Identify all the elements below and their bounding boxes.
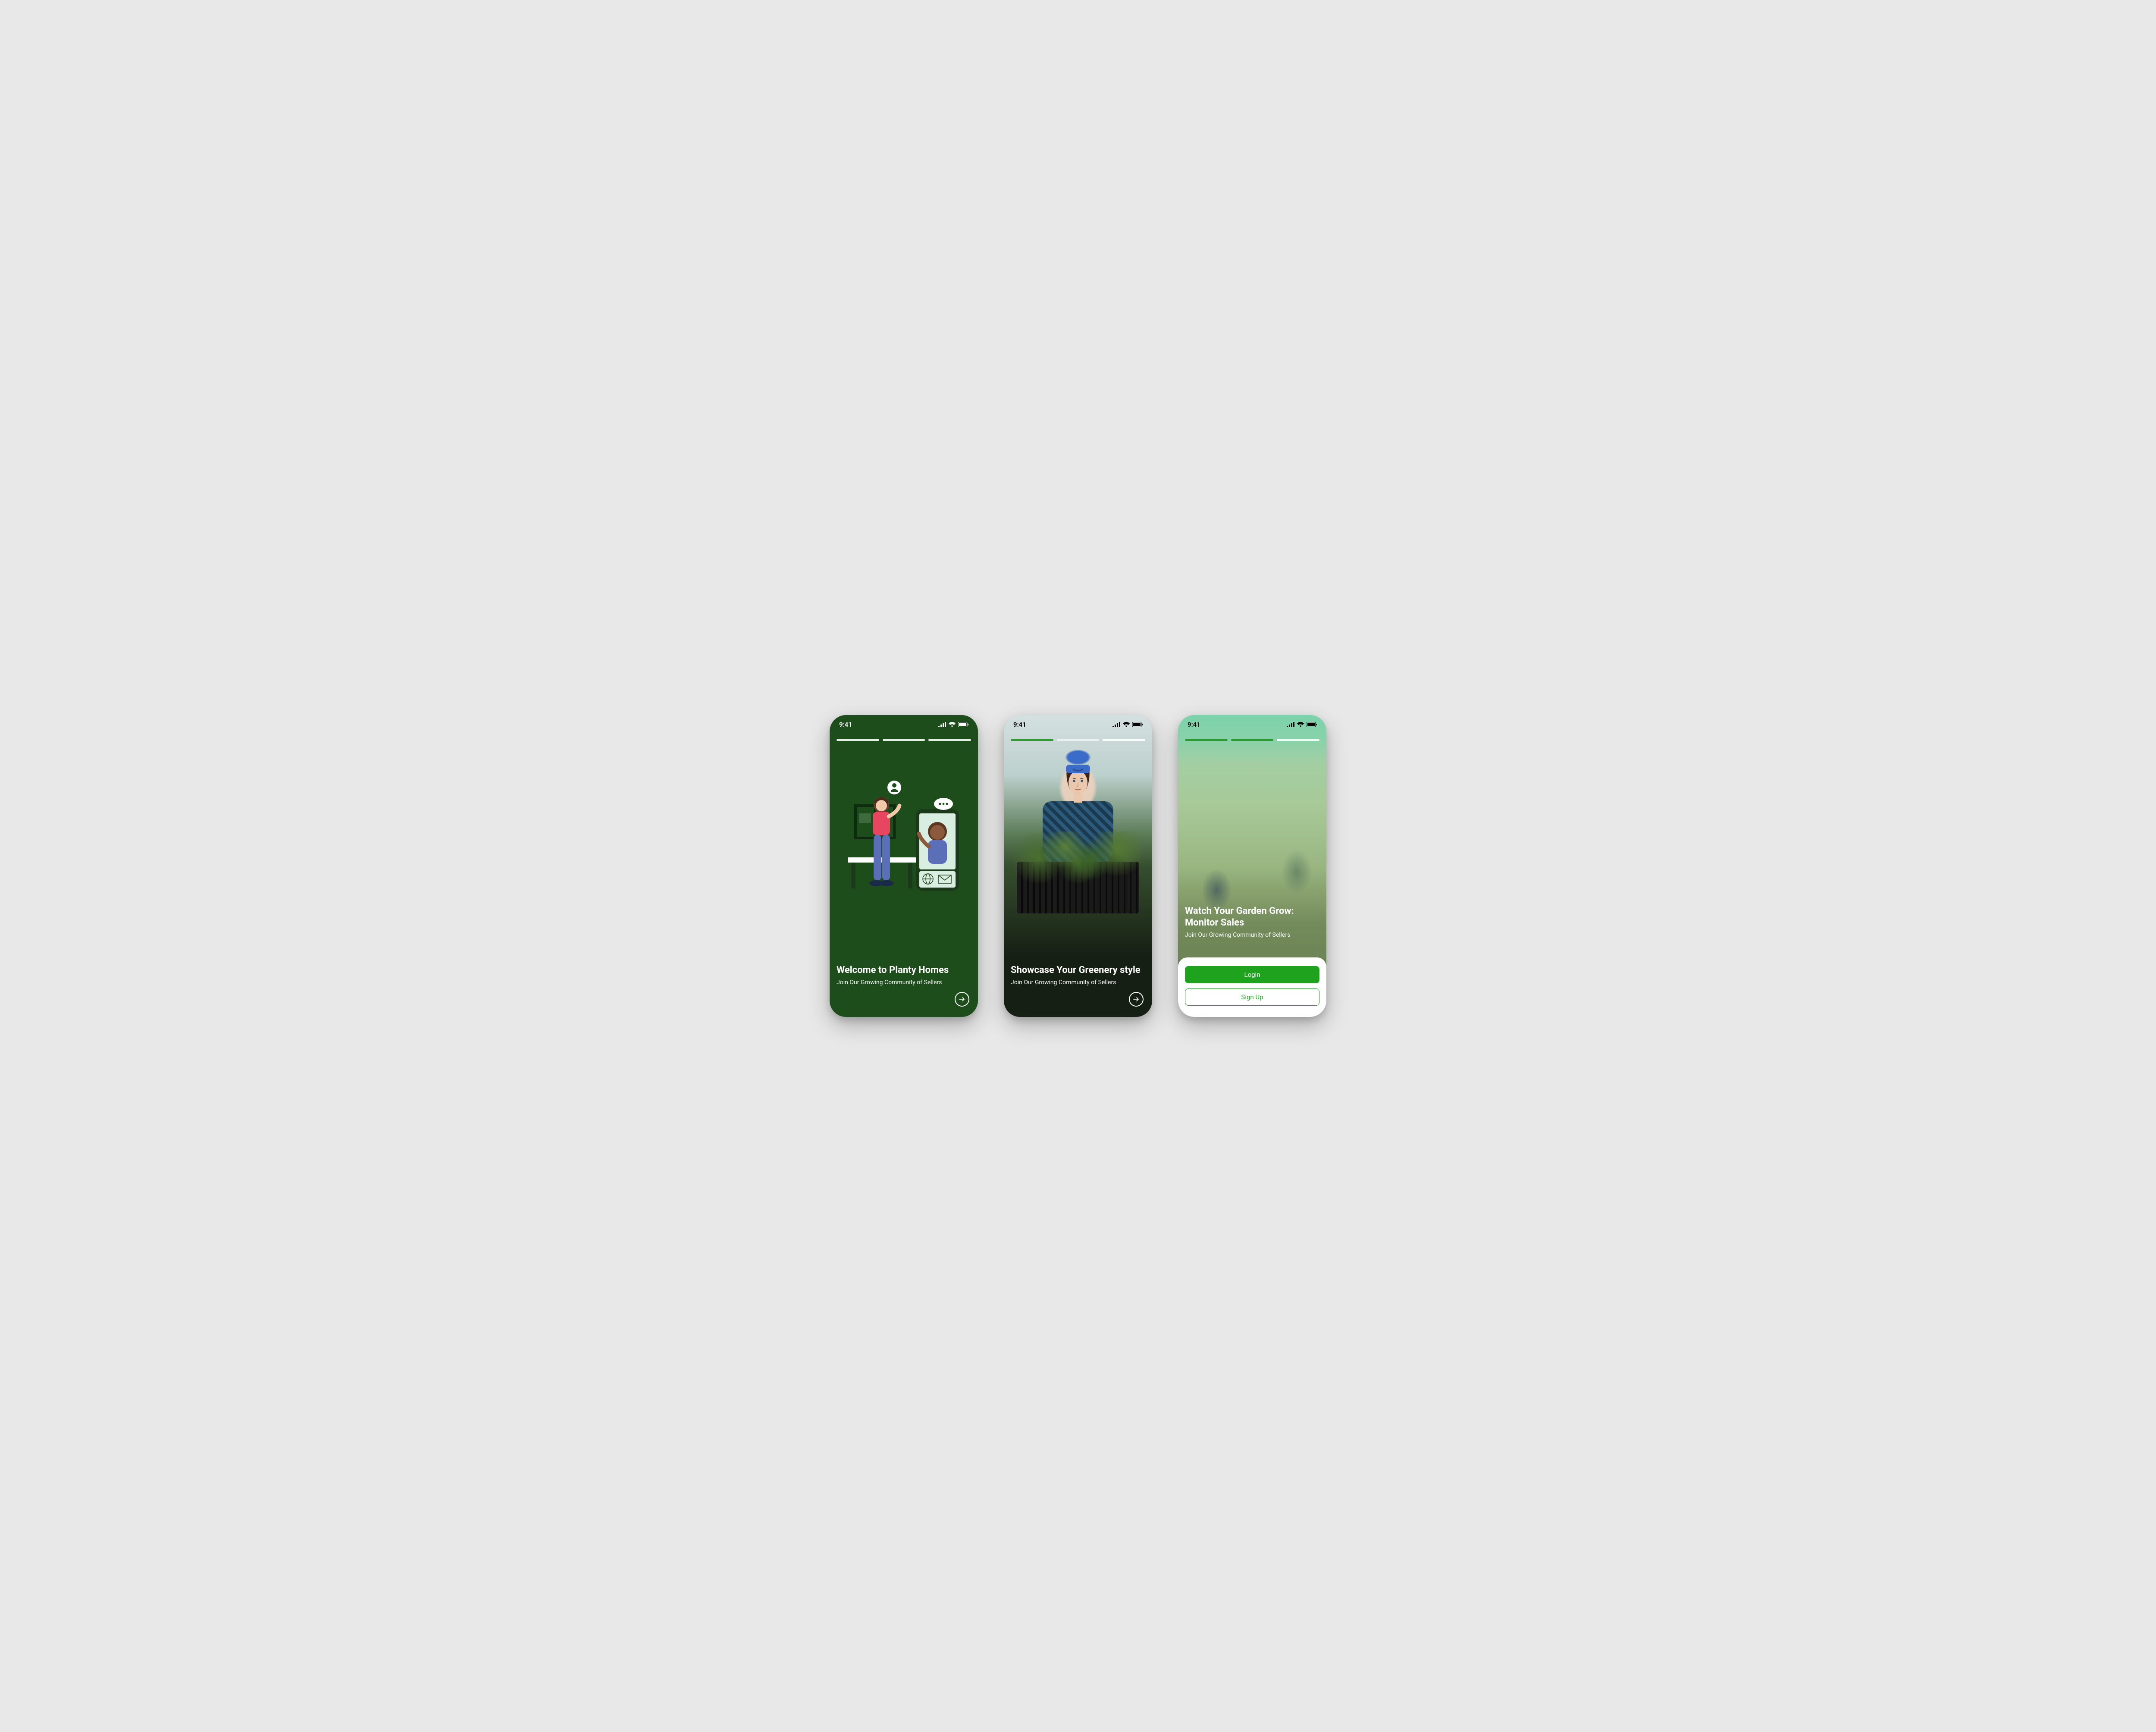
hero-illustration	[830, 775, 978, 901]
progress-seg-3	[1103, 739, 1145, 741]
progress-indicator	[1011, 739, 1145, 741]
arrow-right-icon	[959, 996, 965, 1003]
progress-indicator	[837, 739, 971, 741]
next-button[interactable]	[1129, 992, 1144, 1007]
progress-seg-1	[1185, 739, 1228, 741]
status-icons	[938, 722, 968, 727]
wifi-icon	[949, 722, 956, 727]
onboarding-title: Welcome to Planty Homes	[837, 965, 971, 976]
status-bar: 9:41	[1178, 715, 1326, 734]
content-block: Watch Your Garden Grow: Monitor Sales Jo…	[1185, 906, 1319, 939]
onboarding-subtitle: Join Our Growing Community of Sellers	[1185, 931, 1319, 939]
photo-detail	[1012, 831, 1144, 883]
cellular-icon	[1112, 722, 1120, 727]
progress-seg-1	[837, 739, 879, 741]
login-button[interactable]: Login	[1185, 966, 1319, 983]
wifi-icon	[1297, 722, 1304, 727]
progress-seg-3	[1277, 739, 1319, 741]
content-block: Showcase Your Greenery style Join Our Gr…	[1011, 965, 1145, 987]
cellular-icon	[1287, 722, 1294, 727]
onboarding-title: Watch Your Garden Grow: Monitor Sales	[1185, 906, 1319, 929]
status-bar: 9:41	[1004, 715, 1152, 734]
onboarding-screen-2: 9:41 Showcase Your Greenery style Join O…	[1004, 715, 1152, 1017]
onboarding-title: Showcase Your Greenery style	[1011, 965, 1145, 976]
status-time: 9:41	[839, 721, 852, 728]
content-block: Welcome to Planty Homes Join Our Growing…	[837, 965, 971, 987]
battery-icon	[1132, 722, 1143, 727]
progress-seg-2	[1231, 739, 1274, 741]
onboarding-subtitle: Join Our Growing Community of Sellers	[837, 979, 971, 987]
screens-row: 9:41	[830, 715, 1326, 1017]
arrow-right-icon	[1133, 996, 1140, 1003]
status-icons	[1112, 722, 1143, 727]
signup-button[interactable]: Sign Up	[1185, 988, 1319, 1006]
onboarding-screen-3: 9:41 Watch Your Garden Grow: Monitor Sal…	[1178, 715, 1326, 1017]
status-time: 9:41	[1013, 721, 1026, 728]
onboarding-screen-1: 9:41	[830, 715, 978, 1017]
photo-detail	[1061, 765, 1095, 810]
progress-seg-2	[1057, 739, 1100, 741]
cellular-icon	[938, 722, 946, 727]
status-time: 9:41	[1188, 721, 1200, 728]
onboarding-subtitle: Join Our Growing Community of Sellers	[1011, 979, 1145, 987]
progress-indicator	[1185, 739, 1319, 741]
battery-icon	[958, 722, 968, 727]
status-icons	[1287, 722, 1317, 727]
progress-seg-1	[1011, 739, 1053, 741]
progress-seg-3	[928, 739, 971, 741]
auth-sheet: Login Sign Up	[1178, 957, 1326, 1017]
status-bar: 9:41	[830, 715, 978, 734]
wifi-icon	[1123, 722, 1130, 727]
next-button[interactable]	[955, 992, 969, 1007]
progress-seg-2	[883, 739, 925, 741]
battery-icon	[1307, 722, 1317, 727]
